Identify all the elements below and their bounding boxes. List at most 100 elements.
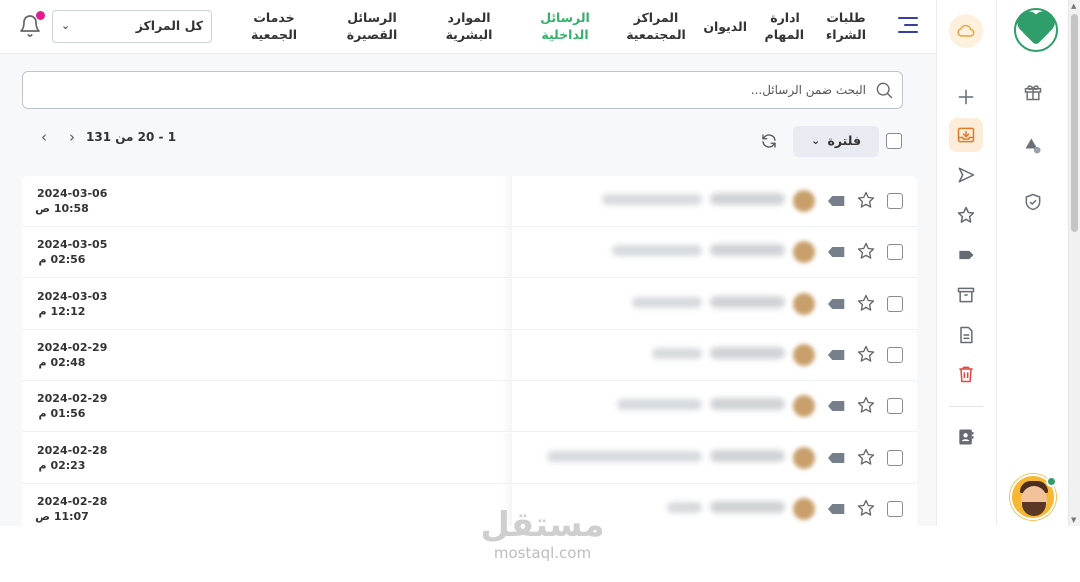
message-subject-blurred bbox=[617, 399, 702, 411]
archive-icon[interactable] bbox=[949, 278, 983, 312]
message-sender-blurred bbox=[710, 193, 785, 205]
nav-diwan[interactable]: الديوان bbox=[703, 18, 747, 35]
message-subject-blurred bbox=[602, 194, 702, 205]
row-divider bbox=[502, 227, 512, 278]
nav-association-services[interactable]: خدمات الجمعية bbox=[248, 9, 300, 43]
cloud-icon[interactable] bbox=[949, 14, 983, 48]
row-checkbox[interactable] bbox=[887, 346, 903, 363]
label-icon[interactable] bbox=[828, 400, 845, 412]
message-subject-blurred bbox=[632, 296, 702, 308]
search-icon bbox=[876, 82, 893, 99]
message-date: 2024-02-28 bbox=[37, 494, 108, 508]
message-date: 2024-02-29 bbox=[37, 392, 108, 406]
message-row[interactable]: 2024-02-29 02:48 م bbox=[22, 329, 917, 381]
chevron-down-icon: ⌄ bbox=[811, 134, 821, 147]
message-sender-blurred bbox=[710, 244, 785, 257]
row-checkbox[interactable] bbox=[887, 500, 903, 517]
organization-logo[interactable] bbox=[1014, 8, 1058, 52]
message-time: 02:48 م bbox=[38, 355, 86, 369]
row-divider bbox=[502, 176, 512, 226]
label-icon[interactable] bbox=[828, 349, 845, 361]
compose-plus-icon[interactable] bbox=[949, 80, 983, 114]
message-subject-blurred bbox=[547, 450, 702, 462]
row-checkbox[interactable] bbox=[887, 193, 903, 209]
sender-avatar bbox=[793, 292, 815, 315]
star-icon[interactable] bbox=[856, 447, 876, 467]
nav-community-centers[interactable]: المراكز المجتمعية bbox=[626, 9, 686, 43]
menu-icon[interactable] bbox=[898, 16, 918, 34]
label-icon[interactable] bbox=[828, 452, 845, 464]
sender-avatar bbox=[793, 190, 815, 212]
message-row[interactable]: 2024-03-06 10:58 ص bbox=[22, 176, 917, 227]
label-icon[interactable] bbox=[828, 503, 845, 515]
row-divider bbox=[502, 278, 512, 329]
star-icon[interactable] bbox=[856, 344, 876, 364]
nav-internal-messages[interactable]: الرسائل الداخلية bbox=[538, 9, 592, 43]
message-date: 2024-03-03 bbox=[37, 289, 108, 303]
message-date: 2024-02-28 bbox=[37, 443, 108, 457]
message-sender-blurred bbox=[710, 295, 785, 308]
sender-avatar bbox=[793, 446, 815, 469]
message-subject-blurred bbox=[667, 501, 702, 513]
contacts-icon[interactable] bbox=[949, 420, 983, 454]
message-time: 02:56 م bbox=[38, 253, 86, 267]
prev-page-icon[interactable]: ‹ bbox=[36, 128, 52, 146]
watermark: مستقل mostaql.com bbox=[480, 505, 605, 562]
refresh-icon[interactable] bbox=[760, 132, 778, 150]
message-row[interactable]: 2024-03-03 12:12 م bbox=[22, 278, 917, 330]
label-icon[interactable] bbox=[949, 238, 983, 272]
nav-purchase-requests[interactable]: طلبات الشراء bbox=[826, 9, 866, 43]
sender-avatar bbox=[793, 395, 815, 418]
nav-short-messages[interactable]: الرسائل القصيرة bbox=[346, 9, 398, 43]
star-icon[interactable] bbox=[949, 198, 983, 232]
nav-human-resources[interactable]: الموارد البشرية bbox=[445, 9, 493, 43]
label-icon[interactable] bbox=[828, 195, 845, 207]
message-time: 02:23 م bbox=[38, 458, 86, 472]
row-checkbox[interactable] bbox=[887, 398, 903, 415]
scrollbar[interactable]: ▲ ▼ bbox=[1068, 0, 1080, 526]
message-row[interactable]: 2024-03-05 02:56 م bbox=[22, 227, 917, 279]
draft-document-icon[interactable] bbox=[949, 318, 983, 352]
message-sender-blurred bbox=[710, 449, 785, 462]
star-icon[interactable] bbox=[856, 498, 876, 518]
sender-avatar bbox=[793, 241, 815, 264]
star-icon[interactable] bbox=[856, 241, 876, 261]
label-icon[interactable] bbox=[828, 298, 845, 310]
message-date: 2024-03-05 bbox=[37, 238, 108, 252]
center-select[interactable]: كل المراكز ⌄ bbox=[52, 10, 212, 43]
top-navigation: طلبات الشراء ادارة المهام الديوان المراكز ا… bbox=[0, 0, 936, 54]
row-checkbox[interactable] bbox=[887, 244, 903, 261]
filter-button[interactable]: فلترة ⌄ bbox=[793, 126, 879, 157]
row-divider bbox=[502, 432, 512, 483]
message-date: 2024-02-29 bbox=[37, 340, 108, 354]
message-time: 11:07 ص bbox=[35, 509, 89, 523]
next-page-icon[interactable]: › bbox=[64, 128, 80, 146]
row-checkbox[interactable] bbox=[887, 449, 903, 466]
scrollbar-thumb[interactable] bbox=[1071, 14, 1078, 232]
inbox-icon[interactable] bbox=[949, 118, 983, 152]
star-icon[interactable] bbox=[856, 395, 876, 415]
trash-icon[interactable] bbox=[949, 357, 983, 391]
sender-avatar bbox=[793, 343, 815, 366]
message-subject-blurred bbox=[652, 347, 702, 359]
shield-check-icon[interactable] bbox=[1023, 192, 1043, 212]
sender-avatar bbox=[793, 497, 815, 520]
star-icon[interactable] bbox=[856, 190, 876, 210]
nav-task-management[interactable]: ادارة المهام bbox=[765, 9, 804, 43]
message-row[interactable]: 2024-02-29 01:56 م bbox=[22, 381, 917, 433]
message-sender-blurred bbox=[710, 500, 785, 513]
message-row[interactable]: 2024-02-28 02:23 م bbox=[22, 432, 917, 484]
message-date: 2024-03-06 bbox=[37, 187, 108, 200]
notification-badge bbox=[36, 11, 45, 20]
row-checkbox[interactable] bbox=[887, 295, 903, 312]
gift-icon[interactable] bbox=[1023, 82, 1043, 102]
message-sender-blurred bbox=[710, 346, 785, 359]
star-icon[interactable] bbox=[856, 293, 876, 313]
label-icon[interactable] bbox=[828, 246, 845, 258]
search-box bbox=[22, 71, 903, 109]
shapes-icon[interactable] bbox=[1023, 136, 1043, 156]
app-window: طلبات الشراء ادارة المهام الديوان المراكز ا… bbox=[0, 0, 1080, 526]
search-input[interactable] bbox=[266, 80, 866, 100]
sent-icon[interactable] bbox=[949, 158, 983, 192]
select-all-checkbox[interactable] bbox=[886, 133, 902, 149]
